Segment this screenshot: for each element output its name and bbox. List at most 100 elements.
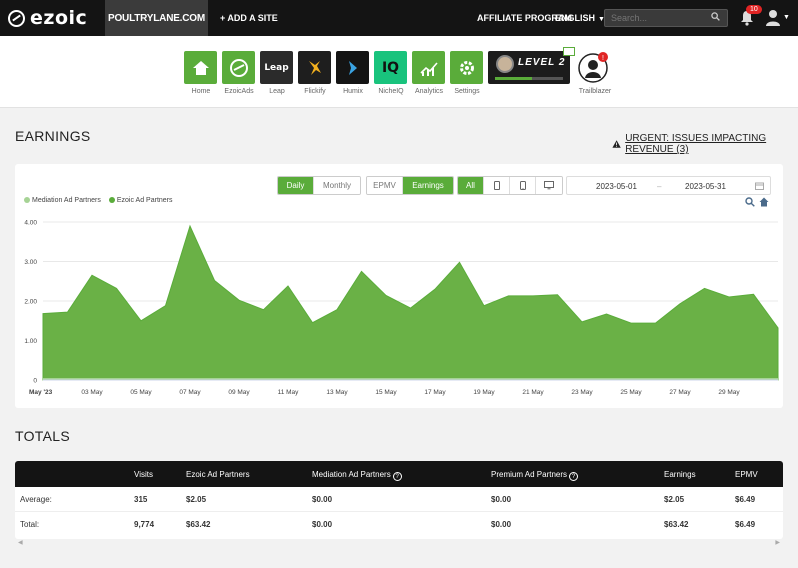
legend-dot [108,197,115,203]
caret-down-icon: ▼ [783,14,790,21]
cell: $2.05 [664,495,685,504]
urgent-issues-link[interactable]: URGENT: ISSUES IMPACTING REVENUE (3) [612,133,798,155]
leap-icon: Leap [260,51,293,84]
totals-heading: TOTALS [15,428,70,444]
cell: $0.00 [491,520,512,529]
date-separator: – [657,182,662,191]
cell: $6.49 [735,520,756,529]
desktop-button[interactable] [536,177,562,194]
epmv-button[interactable]: EPMV [367,177,403,194]
metric-toggle: EPMV Earnings [366,176,454,195]
cell: $2.05 [186,495,207,504]
x-tick-label: 23 May [571,389,593,396]
x-tick-label: 15 May [375,389,397,396]
y-tick-label: 4.00 [24,220,37,227]
app-ezoicads[interactable]: EzoicAds [222,51,256,95]
ezoic-ads-icon [222,51,255,84]
app-nicheiq[interactable]: IQ NicheIQ [374,51,408,95]
y-tick-label: 1.00 [24,338,37,345]
user-avatar-icon[interactable] [765,9,781,27]
earnings-heading: EARNINGS [15,128,91,144]
add-site-link[interactable]: + ADD A SITE [220,13,278,23]
earnings-card: Daily Monthly EPMV Earnings All 2023-05-… [15,164,783,408]
x-tick-label: 09 May [228,389,250,396]
legend-label: Mediation Ad Partners [32,197,101,204]
level-text: LEVEL 2 [518,57,566,68]
cell: 9,774 [134,520,155,529]
search-icon[interactable] [711,12,720,21]
daily-button[interactable]: Daily [278,177,314,194]
level-progress-fill [495,77,533,80]
x-tick-label: 05 May [130,389,152,396]
x-tick-label: 03 May [81,389,103,396]
scroll-right-icon[interactable]: ▶ [775,539,780,546]
nicheiq-icon: IQ [374,51,407,84]
level-badge[interactable]: LEVEL 2 [488,47,575,84]
reset-zoom-home-icon[interactable] [759,197,769,207]
scroll-left-icon[interactable]: ◀ [18,539,23,546]
nicheiq-icon-text: IQ [381,59,400,76]
app-leap[interactable]: Leap Leap [260,51,294,95]
x-tick-label: 27 May [669,389,691,396]
col-mediation-ad-partners: Mediation Ad Partners? [312,470,402,481]
x-tick-label: 19 May [473,389,495,396]
y-tick-label: 2.00 [24,299,37,306]
date-range-picker[interactable]: 2023-05-01 – 2023-05-31 [566,176,771,195]
legend-item-ezoic[interactable]: Ezoic Ad Partners [108,197,173,204]
legend-dot [24,197,30,203]
mobile-button[interactable] [510,177,536,194]
col-visits: Visits [134,470,153,479]
chart-legend: Mediation Ad Partners Ezoic Ad Partners [24,197,173,204]
notification-count-badge: 10 [746,5,762,14]
cell: $0.00 [312,520,333,529]
app-analytics[interactable]: Analytics [412,51,446,95]
help-icon[interactable]: ? [392,472,402,481]
app-humix[interactable]: Humix [336,51,370,95]
x-tick-label: May '23 [29,389,53,396]
totals-table: Visits Ezoic Ad Partners Mediation Ad Pa… [15,461,783,539]
search-input[interactable] [604,9,728,27]
home-icon [184,51,217,84]
horizontal-scrollbar[interactable]: ◀ ▶ [15,539,783,547]
user-avatar [496,55,514,73]
cell: $63.42 [664,520,689,529]
app-settings[interactable]: Settings [450,51,484,95]
language-label: ENGLISH [555,13,596,23]
app-launcher-bar: Home EzoicAds Leap Leap Flickify Humix I… [0,36,798,108]
gear-icon [450,51,483,84]
x-tick-label: 29 May [718,389,740,396]
date-end: 2023-05-31 [685,182,726,191]
all-devices-button[interactable]: All [458,177,484,194]
cell: $0.00 [491,495,512,504]
ezoic-logo-icon [8,9,25,27]
help-icon[interactable]: ? [569,472,579,481]
y-tick-label: 3.00 [24,259,37,266]
col-epmv: EPMV [735,470,758,479]
monthly-button[interactable]: Monthly [314,177,360,194]
zoom-icon[interactable] [745,197,755,207]
site-selector-tab[interactable]: POULTRYLANE.COM [105,0,208,36]
leap-icon-text: Leap [264,62,289,73]
x-tick-label: 07 May [179,389,201,396]
period-toggle: Daily Monthly [277,176,361,195]
warning-icon [612,140,621,148]
app-home[interactable]: Home [184,51,218,95]
envelope-icon[interactable] [563,47,575,56]
table-row: Average: 315 $2.05 $0.00 $0.00 $2.05 $6.… [15,487,783,512]
svg-text:!: ! [602,55,604,62]
analytics-icon [412,51,445,84]
trailblazer-icon[interactable]: ! [578,50,612,84]
app-flickify[interactable]: Flickify [298,51,332,95]
device-toggle: All [457,176,563,195]
x-tick-label: 21 May [522,389,544,396]
humix-icon [336,51,369,84]
logo-text: ezoic [30,7,88,29]
language-dropdown[interactable]: ENGLISH ▼ [555,13,605,23]
ezoic-logo[interactable]: ezoic [8,7,88,29]
earnings-button[interactable]: Earnings [403,177,453,194]
x-tick-label: 25 May [620,389,642,396]
table-header: Visits Ezoic Ad Partners Mediation Ad Pa… [15,461,783,487]
cell: $0.00 [312,495,333,504]
tablet-button[interactable] [484,177,510,194]
legend-item-mediation[interactable]: Mediation Ad Partners [24,197,101,204]
